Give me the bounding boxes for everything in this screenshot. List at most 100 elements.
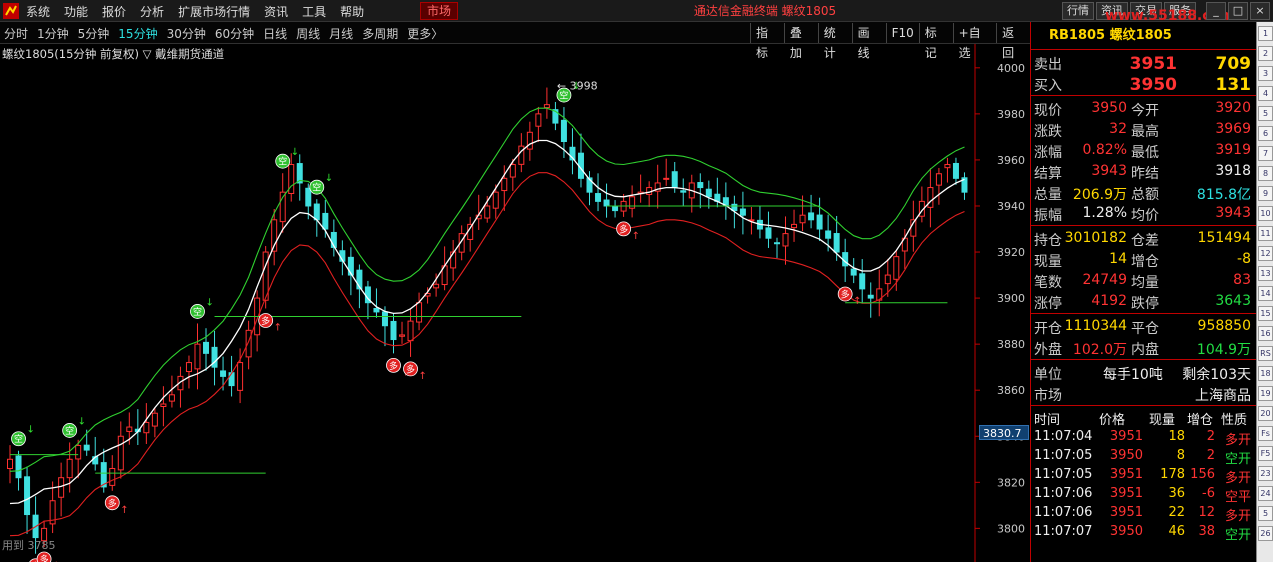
period-toolbar: 分时 1分钟 5分钟 15分钟 30分钟 60分钟 日线 周线 月线 多周期 更多〉 指标 叠加 统计画… (0, 22, 1030, 60)
menu-item-3[interactable]: 分析 (140, 3, 164, 20)
quote-label: 增仓 (1131, 254, 1159, 270)
side-tool-icon[interactable]: 26 (1258, 526, 1273, 541)
candle-body (433, 283, 440, 289)
axis-tick-label: 3960 (997, 154, 1025, 167)
menu-item-2[interactable]: 报价 (102, 3, 126, 20)
tool-button-5[interactable]: 标记 (918, 23, 953, 60)
side-tool-icon[interactable]: 16 (1258, 326, 1273, 341)
tool-button-0[interactable]: 指标 (750, 23, 784, 60)
side-tool-icon[interactable]: 14 (1258, 286, 1273, 301)
long-signal-badge: 多↑ (837, 286, 862, 307)
tool-button-7[interactable]: 返回 (996, 23, 1030, 60)
quote-value: 1110344 (1064, 318, 1127, 334)
side-tool-icon[interactable]: 19 (1258, 386, 1273, 401)
candle-body (194, 343, 201, 370)
period-tab-9[interactable]: 多周期 (362, 25, 398, 42)
period-tab-5[interactable]: 60分钟 (215, 25, 254, 42)
side-tool-icon[interactable]: 2 (1258, 46, 1273, 61)
side-tool-icon[interactable]: 12 (1258, 246, 1273, 261)
menu-item-0[interactable]: 系统 (26, 3, 50, 20)
candle-body (168, 394, 175, 402)
menu-item-4[interactable]: 扩展市场行情 (178, 3, 250, 20)
period-tab-3[interactable]: 15分钟 (118, 25, 157, 42)
period-tab-7[interactable]: 周线 (296, 25, 320, 42)
candle-body (859, 273, 866, 290)
candle-body (416, 302, 423, 323)
period-tab-8[interactable]: 月线 (329, 25, 353, 42)
side-tool-icon[interactable]: 15 (1258, 306, 1273, 321)
side-tool-icon[interactable]: 5 (1258, 106, 1273, 121)
axis-tick-label: 3940 (997, 200, 1025, 213)
period-tab-6[interactable]: 日线 (263, 25, 287, 42)
menu-item-1[interactable]: 功能 (64, 3, 88, 20)
period-tab-2[interactable]: 5分钟 (78, 25, 110, 42)
market-value: 上海商品 (1195, 388, 1251, 404)
side-tool-icon[interactable]: 1 (1258, 26, 1273, 41)
candle-body (808, 212, 815, 221)
side-tool-icon[interactable]: 8 (1258, 166, 1273, 181)
candle-body (782, 233, 789, 247)
market-button[interactable]: 市场 (420, 2, 459, 20)
side-tool-icon[interactable]: 20 (1258, 406, 1273, 421)
side-tool-icon[interactable]: 4 (1258, 86, 1273, 101)
menu-item-7[interactable]: 帮助 (340, 3, 364, 20)
side-tool-icon[interactable]: 23 (1258, 466, 1273, 481)
period-tab-10[interactable]: 更多〉 (407, 25, 443, 42)
side-tool-icon[interactable]: Fs (1258, 426, 1273, 441)
side-tool-icon[interactable]: 13 (1258, 266, 1273, 281)
candle-body (185, 362, 192, 373)
tool-button-4[interactable]: F10 (885, 23, 919, 43)
signal-label: 空 (193, 306, 202, 318)
signal-label: 空 (278, 156, 287, 168)
signal-label: 多 (406, 363, 415, 375)
minimize-icon[interactable]: _ (1206, 2, 1226, 20)
axis-tick-label: 3860 (997, 384, 1025, 397)
tool-button-2[interactable]: 统计 (817, 23, 852, 60)
maximize-icon[interactable]: □ (1228, 2, 1248, 20)
signal-label: 空 (14, 433, 23, 445)
quote-row: 涨幅 0.82% 最低 3919 (1031, 140, 1255, 161)
kline-chart[interactable]: 4000398039603940392039003880386038403820… (0, 44, 1030, 562)
period-tab-4[interactable]: 30分钟 (167, 25, 206, 42)
quote-value: 815.8亿 (1196, 187, 1251, 203)
quote-value: 206.9万 (1072, 187, 1127, 203)
candle-body (535, 113, 542, 127)
side-tool-icon[interactable]: 9 (1258, 186, 1273, 201)
quote-label: 跌停 (1131, 296, 1159, 312)
side-tool-icon[interactable]: 6 (1258, 126, 1273, 141)
candle-body (381, 311, 388, 327)
signal-arrow-icon: ↑ (274, 322, 282, 333)
tick-oi-change: 12 (1198, 505, 1215, 520)
side-tool-icon[interactable]: F5 (1258, 446, 1273, 461)
tick-time: 11:07:07 (1034, 524, 1093, 539)
tick-row: 11:07:05 3951 178 156 多开 (1031, 466, 1255, 486)
quote-label: 笔数 (1034, 275, 1062, 291)
side-tool-icon[interactable]: RS (1258, 346, 1273, 361)
tick-oi-change: 2 (1206, 429, 1215, 444)
quote-value: 24749 (1082, 272, 1127, 288)
period-tab-0[interactable]: 分时 (4, 25, 28, 42)
tick-volume: 22 (1168, 505, 1185, 520)
right-button-0[interactable]: 行情 (1062, 2, 1094, 20)
period-tab-1[interactable]: 1分钟 (37, 25, 69, 42)
quote-value: -8 (1237, 251, 1251, 267)
unit-value: 每手10吨 (1103, 367, 1163, 383)
side-tool-icon[interactable]: 3 (1258, 66, 1273, 81)
tick-volume: 8 (1176, 448, 1185, 463)
side-tool-icon[interactable]: 7 (1258, 146, 1273, 161)
side-tool-icon[interactable]: 24 (1258, 486, 1273, 501)
side-tool-icon[interactable]: 18 (1258, 366, 1273, 381)
side-tool-icon[interactable]: 11 (1258, 226, 1273, 241)
tool-button-3[interactable]: 画线 (851, 23, 886, 60)
tool-button-6[interactable]: +自选 (952, 23, 996, 60)
menu-item-5[interactable]: 资讯 (264, 3, 288, 20)
tick-time: 11:07:05 (1034, 467, 1093, 482)
long-signal-badge: 多↑ (403, 361, 427, 382)
tool-button-1[interactable]: 叠加 (783, 23, 818, 60)
quote-value: 3919 (1215, 142, 1251, 158)
side-tool-icon[interactable]: 5 (1258, 506, 1273, 521)
close-icon[interactable]: × (1250, 2, 1270, 20)
menu-item-6[interactable]: 工具 (302, 3, 326, 20)
side-tool-icon[interactable]: 10 (1258, 206, 1273, 221)
candle-body (612, 206, 619, 212)
